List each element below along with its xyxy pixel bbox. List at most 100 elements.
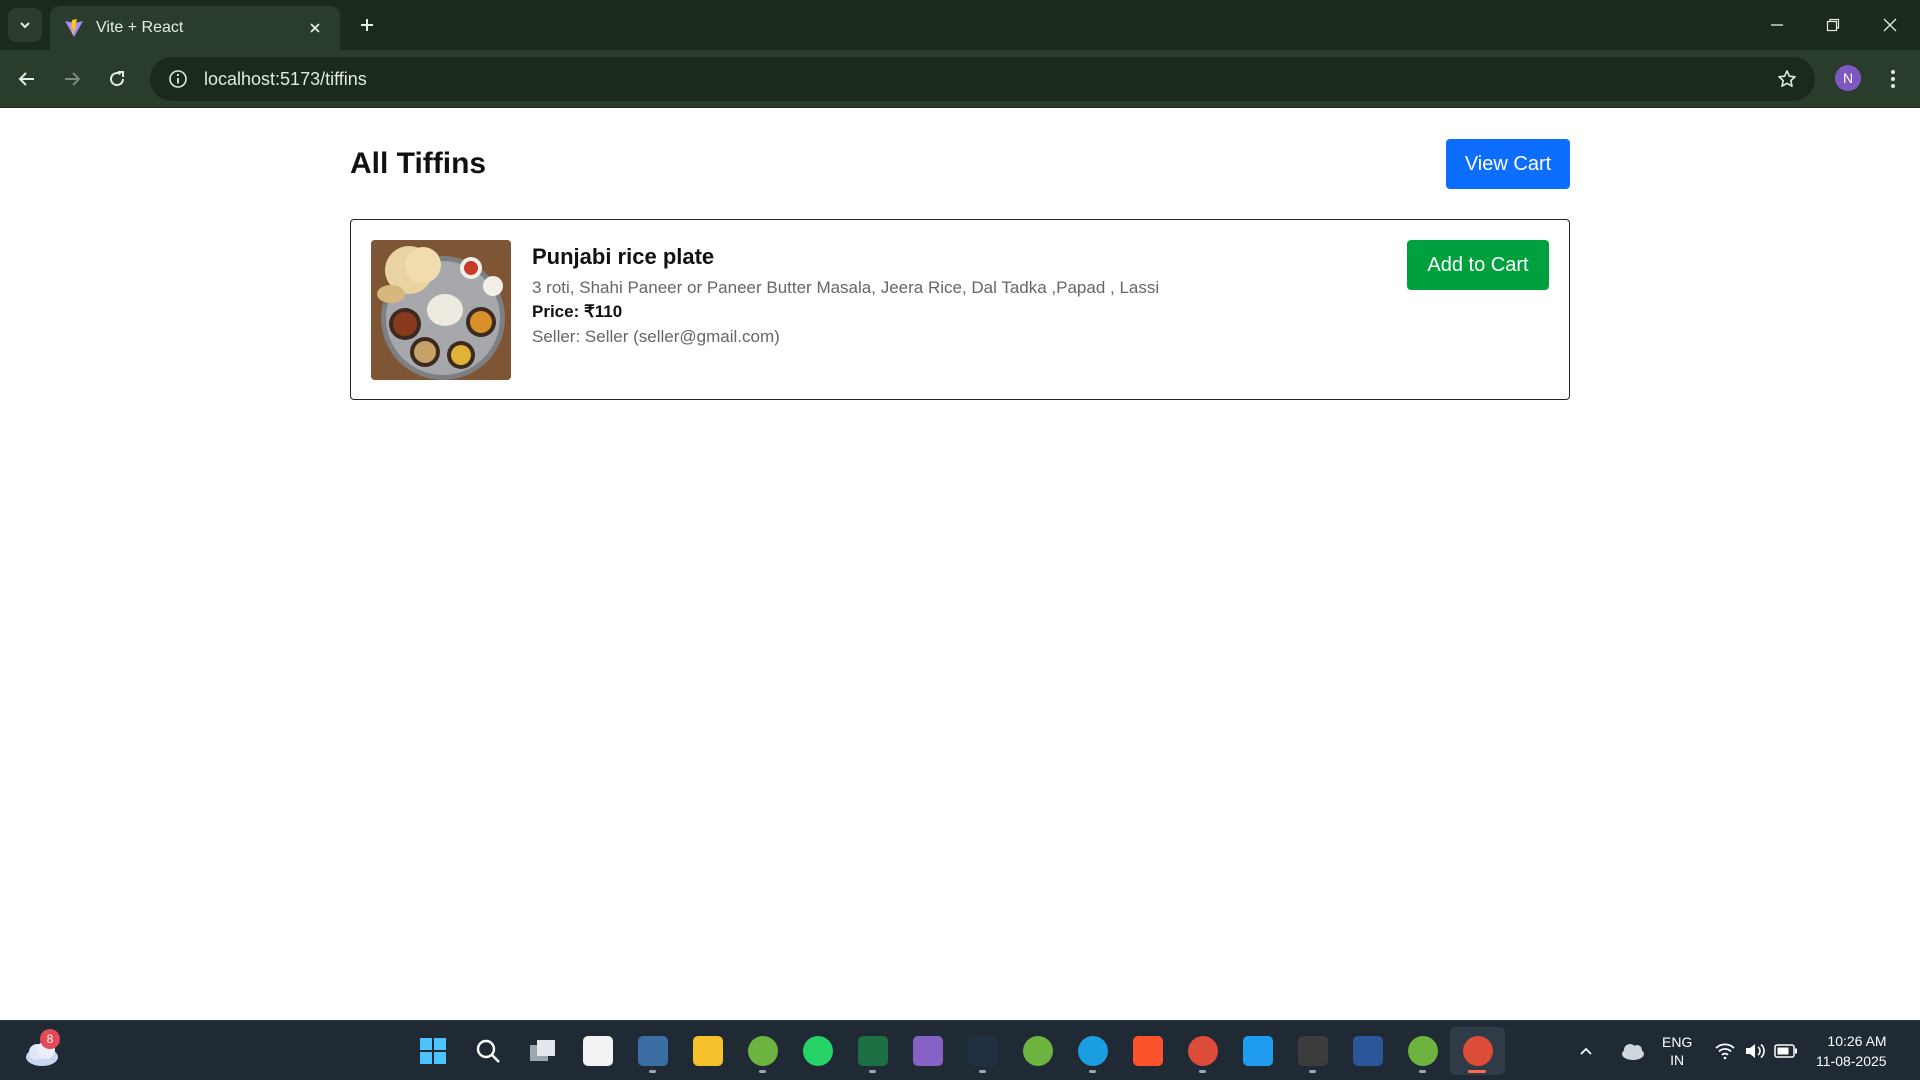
clock-date: 11-08-2025 [1816,1053,1887,1069]
clock[interactable]: 10:26 AM 11-08-2025 [1816,1021,1887,1080]
search-icon [475,1038,501,1064]
weather-widget[interactable]: 8 [22,1029,62,1069]
new-tab-button[interactable] [353,11,381,39]
tab-close-icon[interactable] [304,17,326,39]
visual-studio-icon [912,1036,943,1066]
page-title: All Tiffins [350,147,487,180]
store-icon [582,1036,613,1066]
edge-icon [1077,1036,1108,1066]
restore-icon [1826,18,1840,32]
browser-tabstrip: Vite + React [0,0,1920,50]
forward-button[interactable] [55,62,89,96]
volume-icon[interactable] [1744,1021,1766,1080]
taskbar: 8 ENG IN 10:26 AM 11-08-2025 [0,1020,1920,1080]
running-indicator [869,1070,876,1073]
vite-icon [64,18,84,38]
taskbar-app-spring-boot[interactable] [1010,1027,1065,1075]
taskbar-app-chrome-profile[interactable] [1450,1027,1505,1075]
taskbar-app-spring-icon-2[interactable] [1395,1027,1450,1075]
taskbar-app-vscode[interactable] [1230,1027,1285,1075]
excel-icon [857,1036,888,1066]
running-indicator [1419,1070,1426,1073]
site-info-icon[interactable] [158,59,198,99]
terminal-icon [1297,1036,1328,1066]
file-explorer-icon [692,1036,723,1066]
taskbar-app-terminal[interactable] [1285,1027,1340,1075]
taskbar-app-visual-studio[interactable] [900,1027,955,1075]
weather-badge: 8 [40,1029,60,1049]
tiffin-price: Price: ₹110 [532,302,1159,322]
tiffin-card: Punjabi rice plate 3 roti, Shahi Paneer … [350,219,1570,400]
running-indicator [1089,1070,1096,1073]
language-line1: ENG [1662,1034,1693,1050]
taskbar-app-chrome[interactable] [1175,1027,1230,1075]
close-window-button[interactable] [1868,8,1912,42]
language-line2: IN [1670,1052,1685,1068]
back-button[interactable] [10,62,44,96]
taskbar-app-task-view[interactable] [515,1027,570,1075]
reload-icon [110,71,125,87]
minimize-button[interactable] [1755,8,1799,42]
view-cart-button[interactable]: View Cart [1446,139,1570,189]
onedrive-icon[interactable] [1620,1021,1646,1080]
chevron-up-icon [1580,1047,1592,1055]
arrow-left-icon [18,72,34,86]
vscode-icon [1242,1036,1273,1066]
spring-tools-icon [747,1036,778,1066]
tab-search-button[interactable] [8,8,42,42]
taskbar-app-spring-tools[interactable] [735,1027,790,1075]
tiffin-name: Punjabi rice plate [532,244,715,269]
tiffin-details: Punjabi rice plate 3 roti, Shahi Paneer … [532,244,1159,347]
url-text[interactable]: localhost:5173/tiffins [204,69,1767,90]
chevron-down-icon [20,22,30,29]
spring-icon-2 [1407,1036,1438,1066]
running-indicator [649,1070,656,1073]
running-indicator [1468,1070,1486,1073]
address-bar[interactable]: localhost:5173/tiffins [150,57,1815,101]
tiffin-seller: Seller: Seller (seller@gmail.com) [532,327,780,346]
taskbar-app-edge[interactable] [1065,1027,1120,1075]
add-to-cart-button[interactable]: Add to Cart [1407,240,1549,290]
taskbar-app-mysql-shell[interactable] [955,1027,1010,1075]
language-indicator[interactable]: ENG IN [1662,1021,1692,1080]
taskbar-apps [405,1027,1505,1075]
kebab-menu-icon[interactable] [1878,62,1908,96]
word-icon [1352,1036,1383,1066]
battery-icon[interactable] [1774,1021,1798,1080]
wifi-icon[interactable] [1714,1021,1736,1080]
bookmark-star-icon[interactable] [1767,59,1807,99]
arrow-right-icon [65,72,81,86]
restore-button[interactable] [1811,8,1855,42]
running-indicator [979,1070,986,1073]
running-indicator [759,1070,766,1073]
tiffin-image [371,240,511,380]
taskbar-app-start[interactable] [405,1027,460,1075]
tray-overflow[interactable] [1578,1021,1594,1080]
taskbar-app-mysql-workbench[interactable] [625,1027,680,1075]
spring-boot-icon [1022,1036,1053,1066]
taskbar-app-whatsapp[interactable] [790,1027,845,1075]
page-content: All Tiffins View Cart Punjabi rice plate… [0,109,1920,1020]
plus-icon [361,19,373,31]
taskbar-app-file-explorer[interactable] [680,1027,735,1075]
taskbar-app-brave[interactable] [1120,1027,1175,1075]
profile-avatar[interactable]: N [1835,65,1861,91]
clock-time: 10:26 AM [1827,1033,1887,1049]
brave-icon [1132,1036,1163,1066]
chrome-profile-icon [1462,1036,1493,1066]
taskbar-app-excel[interactable] [845,1027,900,1075]
chrome-icon [1187,1036,1218,1066]
task-view-icon [529,1039,557,1063]
page-header: All Tiffins View Cart [350,139,1570,189]
close-icon [1883,18,1897,32]
reload-button[interactable] [100,62,134,96]
tiffin-description: 3 roti, Shahi Paneer or Paneer Butter Ma… [532,278,1160,297]
browser-tab-active[interactable]: Vite + React [50,6,340,50]
start-icon [419,1037,447,1065]
taskbar-app-search[interactable] [460,1027,515,1075]
running-indicator [1199,1070,1206,1073]
taskbar-app-store[interactable] [570,1027,625,1075]
running-indicator [1309,1070,1316,1073]
taskbar-app-word[interactable] [1340,1027,1395,1075]
tab-title: Vite + React [96,19,184,36]
